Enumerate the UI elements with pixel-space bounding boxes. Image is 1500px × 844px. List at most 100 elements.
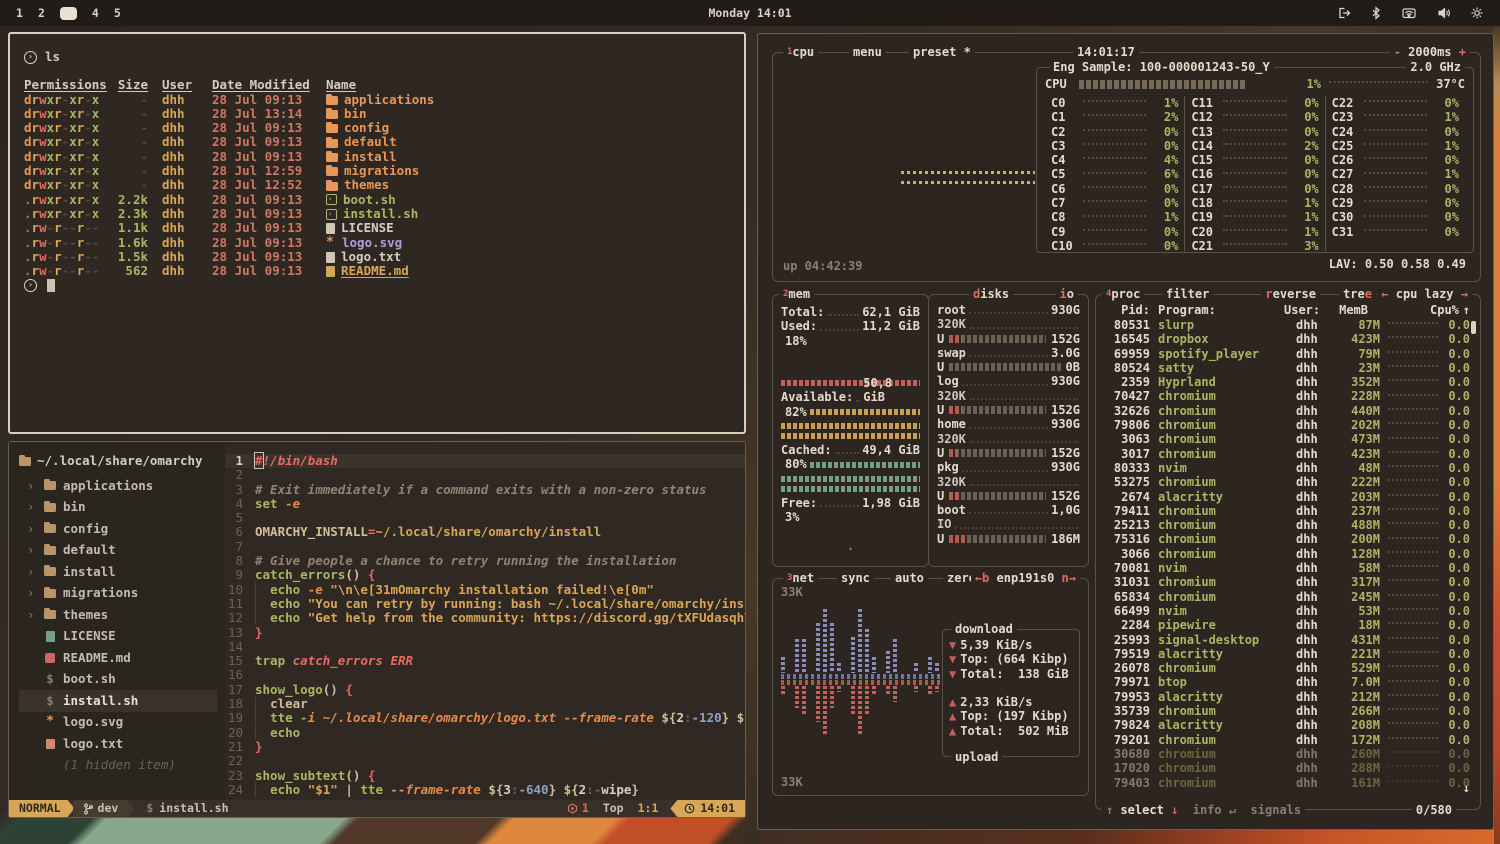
process-row[interactable]: 75316 chromium dhh 200M 0.0 (1104, 532, 1470, 546)
tree-item[interactable]: › install (19, 561, 225, 583)
process-row[interactable]: 80524 satty dhh 23M 0.0 (1104, 361, 1470, 375)
tree-item[interactable]: logo.txt (19, 733, 225, 755)
tree-button[interactable]: tree (1339, 287, 1376, 301)
proc-footer-actions[interactable]: ↑ select ↓ info ↵ signals (1102, 803, 1305, 817)
net-auto-toggle[interactable]: auto (891, 571, 928, 585)
net-panel-title[interactable]: 3net (783, 571, 818, 585)
process-row[interactable]: 2359 Hyprland dhh 352M 0.0 (1104, 375, 1470, 389)
process-pid: 80333 (1104, 461, 1150, 475)
process-row[interactable]: 70081 nvim dhh 58M 0.0 (1104, 561, 1470, 575)
process-row[interactable]: 3063 chromium dhh 473M 0.0 (1104, 432, 1470, 446)
editor-window[interactable]: ~/.local/share/omarchy › applications › … (8, 441, 746, 818)
prompt-line-empty[interactable]: › (24, 278, 730, 292)
process-row[interactable]: 79411 chromium dhh 237M 0.0 (1104, 504, 1470, 518)
terminal-window[interactable]: › ls Permissions Size User Date Modified… (8, 32, 746, 434)
process-pid: 31031 (1104, 575, 1150, 589)
process-row[interactable]: 25213 chromium dhh 488M 0.0 (1104, 518, 1470, 532)
tree-item[interactable]: $ boot.sh (19, 669, 225, 691)
process-row[interactable]: 69959 spotify_player dhh 79M 0.0 (1104, 347, 1470, 361)
cpu-panel-title[interactable]: 1cpu (783, 45, 818, 59)
process-mem: 212M (1336, 690, 1380, 704)
tree-item[interactable]: › config (19, 518, 225, 540)
code-line: 3 # Exit immediately if a command exits … (225, 483, 745, 497)
process-row[interactable]: 26078 chromium dhh 529M 0.0 (1104, 661, 1470, 675)
process-row[interactable]: 79806 chromium dhh 202M 0.0 (1104, 418, 1470, 432)
file-name: logo.txt (341, 250, 401, 264)
disks-panel-title[interactable]: disks (969, 287, 1013, 301)
file-type-icon (326, 182, 338, 191)
tree-root[interactable]: ~/.local/share/omarchy (19, 454, 225, 469)
preset-button[interactable]: preset * (909, 45, 975, 59)
process-row[interactable]: 53275 chromium dhh 222M 0.0 (1104, 475, 1470, 489)
process-row[interactable]: 31031 chromium dhh 317M 0.0 (1104, 575, 1470, 589)
process-row[interactable]: 17020 chromium dhh 288M 0.0 (1104, 761, 1470, 775)
process-row[interactable]: 79953 alacritty dhh 212M 0.0 (1104, 690, 1470, 704)
file-size: 2.2k (108, 193, 148, 207)
process-row[interactable]: 79824 alacritty dhh 208M 0.0 (1104, 718, 1470, 732)
filter-button[interactable]: filter (1162, 287, 1213, 301)
disk-activity: 320K (937, 432, 966, 446)
proc-panel-title[interactable]: 4proc (1102, 287, 1144, 301)
core-row: C142% (1191, 139, 1318, 153)
reverse-button[interactable]: reverse (1261, 287, 1320, 301)
tree-item[interactable]: (1 hidden item) (19, 755, 225, 777)
disks-io-toggle[interactable]: io (1056, 287, 1078, 301)
file-name-cell: themes (326, 178, 389, 192)
process-row[interactable]: 79519 alacritty dhh 221M 0.0 (1104, 647, 1470, 661)
process-row[interactable]: 80531 slurp dhh 87M 0.0 (1104, 318, 1470, 332)
net-sync-toggle[interactable]: sync (837, 571, 874, 585)
tree-item[interactable]: * logo.svg (19, 712, 225, 734)
process-row[interactable]: 79971 btop dhh 7.0M 0.0 (1104, 675, 1470, 689)
line-number: 6 (225, 525, 255, 539)
scrollbar-thumb[interactable] (1471, 321, 1476, 334)
tree-item[interactable]: › themes (19, 604, 225, 626)
disk-entry: pkg930G 320K U152G (937, 460, 1080, 503)
net-interface[interactable]: ←b enp191s0 n→ (971, 571, 1080, 585)
process-row[interactable]: 2674 alacritty dhh 203M 0.0 (1104, 490, 1470, 504)
code-line: 4 set -e (225, 497, 745, 511)
btop-window[interactable]: 1cpu menu preset * 14:01:17 - 2000ms + E… (757, 33, 1494, 830)
file-type-icon (326, 110, 338, 119)
scroll-down-icon[interactable]: ↓ (1463, 781, 1470, 795)
process-row[interactable]: 16545 dropbox dhh 423M 0.0 (1104, 332, 1470, 346)
tree-item[interactable]: $ install.sh (19, 690, 217, 712)
tree-item[interactable]: › bin (19, 497, 225, 519)
process-header[interactable]: Pid: Program: User: MemB Cpu% ↑ (1104, 303, 1470, 318)
process-row[interactable]: 30680 chromium dhh 260M 0.0 (1104, 747, 1470, 761)
process-cpu: 0.0 (1442, 618, 1470, 632)
process-row[interactable]: 3066 chromium dhh 128M 0.0 (1104, 547, 1470, 561)
net-stats-box: download ▼5,39 KiB/s ▼Top: (664 Kibp) ▼T… (942, 629, 1080, 757)
disk-size: 1,0G (1051, 503, 1080, 517)
tree-item-label: (1 hidden item) (63, 758, 176, 772)
process-row[interactable]: 2284 pipewire dhh 18M 0.0 (1104, 618, 1470, 632)
menu-button[interactable]: menu (849, 45, 886, 59)
tree-item[interactable]: › default (19, 540, 225, 562)
tree-item[interactable]: › migrations (19, 583, 225, 605)
download-speed: 5,39 KiB/s (960, 638, 1032, 652)
process-row[interactable]: 32626 chromium dhh 440M 0.0 (1104, 404, 1470, 418)
process-row[interactable]: 65834 chromium dhh 245M 0.0 (1104, 590, 1470, 604)
cpu-graph-line (901, 181, 1035, 184)
process-row[interactable]: 25993 signal-desktop dhh 431M 0.0 (1104, 633, 1470, 647)
process-row[interactable]: 70427 chromium dhh 228M 0.0 (1104, 389, 1470, 403)
line-number: 1 (225, 454, 255, 468)
process-row[interactable]: 66499 nvim dhh 53M 0.0 (1104, 604, 1470, 618)
code-line: 11 ▏ echo "You can retry by running: bas… (225, 597, 745, 611)
update-interval[interactable]: - 2000ms + (1390, 45, 1470, 59)
process-row[interactable]: 3017 chromium dhh 423M 0.0 (1104, 447, 1470, 461)
process-mem: 58M (1336, 561, 1380, 575)
code-area[interactable]: 1 #!/bin/bash 2 3 # Exit immediately if … (225, 442, 745, 800)
process-row[interactable]: 80333 nvim dhh 48M 0.0 (1104, 461, 1470, 475)
tree-item[interactable]: LICENSE (19, 626, 225, 648)
tree-item[interactable]: README.md (19, 647, 225, 669)
core-row: C191% (1191, 210, 1318, 224)
proc-nav[interactable]: ← cpu lazy → (1377, 287, 1472, 301)
code-line: 9 catch_errors() { (225, 568, 745, 582)
code-text: # Give people a chance to retry running … (255, 554, 676, 568)
process-row[interactable]: 35739 chromium dhh 266M 0.0 (1104, 704, 1470, 718)
file-date: 28 Jul 09:13 (212, 264, 312, 278)
tree-item[interactable]: › applications (19, 475, 225, 497)
process-row[interactable]: 79403 chromium dhh 161M 0.0 (1104, 776, 1470, 790)
mem-panel-title[interactable]: 2mem (779, 287, 814, 301)
process-row[interactable]: 79201 chromium dhh 172M 0.0 (1104, 733, 1470, 747)
